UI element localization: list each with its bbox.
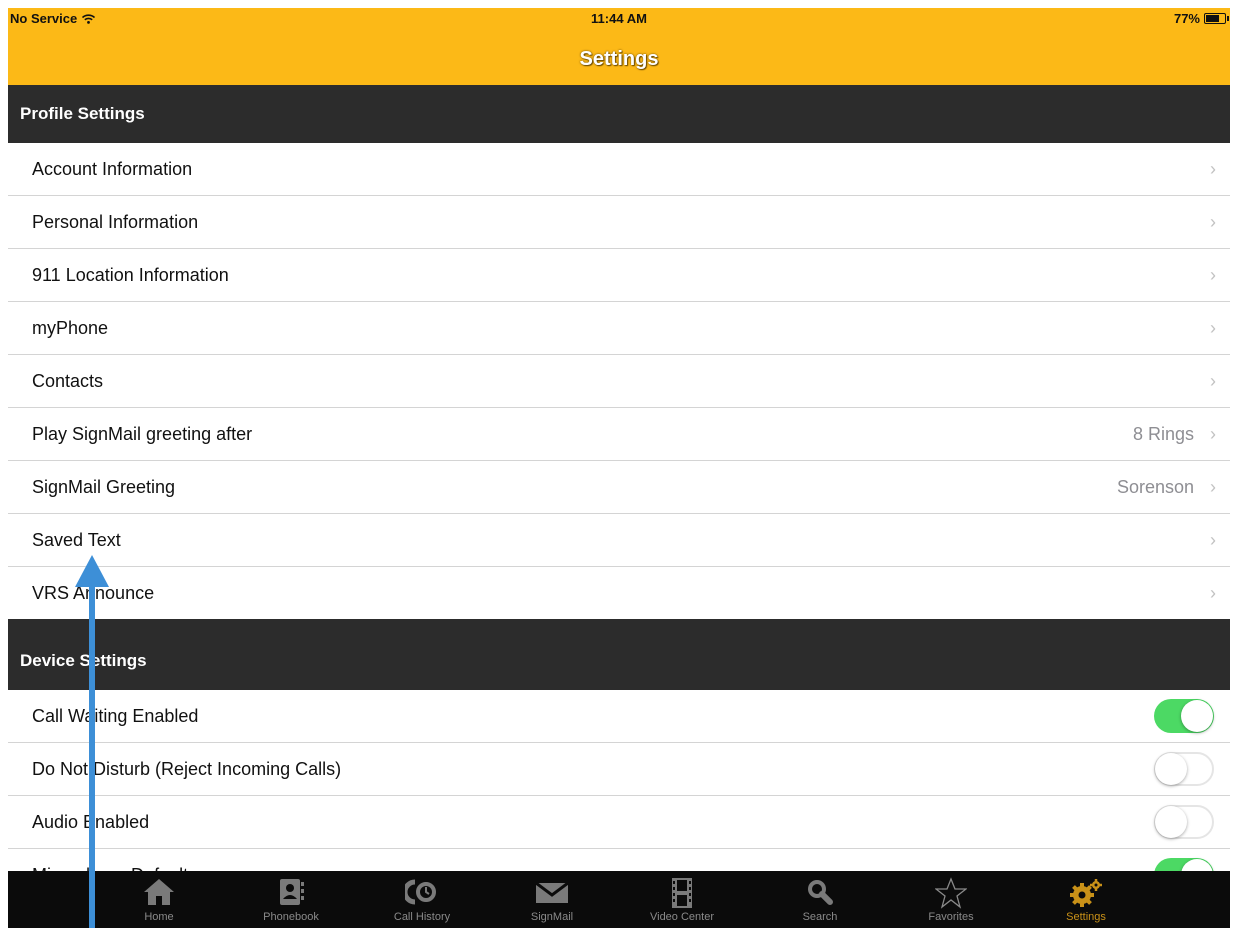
- do-not-disturb-row: Do Not Disturb (Reject Incoming Calls): [8, 743, 1230, 796]
- annotation-arrow-shaft: [89, 580, 95, 928]
- chevron-right-icon: ›: [1210, 370, 1216, 391]
- row-label: Account Information: [32, 158, 193, 179]
- chevron-right-icon: ›: [1210, 158, 1216, 179]
- status-bar: No Service 11:44 AM 77%: [8, 8, 1230, 30]
- chevron-right-icon: ›: [1210, 476, 1216, 497]
- tab-search[interactable]: Search: [760, 871, 880, 928]
- 911-location-information-row[interactable]: 911 Location Information ›: [8, 249, 1230, 302]
- account-information-row[interactable]: Account Information ›: [8, 143, 1230, 196]
- row-label: Do Not Disturb (Reject Incoming Calls): [32, 758, 342, 779]
- toggle-knob: [1181, 700, 1213, 732]
- tab-signmail[interactable]: SignMail: [492, 871, 612, 928]
- audio-enabled-row: Audio Enabled: [8, 796, 1230, 849]
- tab-phonebook[interactable]: Phonebook: [231, 871, 351, 928]
- call-history-icon: [405, 879, 436, 905]
- row-label: myPhone: [32, 317, 109, 338]
- phonebook-icon: [280, 879, 304, 905]
- tab-label: Video Center: [649, 911, 714, 923]
- ipad-screen: No Service 11:44 AM 77% Settings Profile…: [8, 8, 1230, 928]
- chevron-right-icon: ›: [1210, 423, 1216, 444]
- row-label: Call Waiting Enabled: [32, 705, 199, 726]
- tab-home[interactable]: Home: [99, 871, 219, 928]
- chevron-right-icon: ›: [1210, 264, 1216, 285]
- tab-settings[interactable]: Settings: [1026, 871, 1146, 928]
- row-label: Play SignMail greeting after: [32, 423, 253, 444]
- row-detail-value: 8 Rings: [1132, 423, 1194, 444]
- contacts-row[interactable]: Contacts ›: [8, 355, 1230, 408]
- home-icon: [144, 879, 174, 905]
- search-icon: [808, 880, 833, 905]
- saved-text-row[interactable]: Saved Text ›: [8, 514, 1230, 567]
- row-label: SignMail Greeting: [32, 476, 176, 497]
- row-label: Personal Information: [32, 211, 199, 232]
- envelope-icon: [535, 881, 569, 903]
- personal-information-row[interactable]: Personal Information ›: [8, 196, 1230, 249]
- tab-label: Home: [144, 911, 174, 923]
- chevron-right-icon: ›: [1210, 583, 1216, 603]
- play-signmail-greeting-after-row[interactable]: Play SignMail greeting after 8 Rings ›: [8, 408, 1230, 461]
- tab-label: Phonebook: [263, 911, 319, 923]
- tab-label: SignMail: [530, 911, 574, 923]
- row-label: Contacts: [32, 370, 104, 391]
- gear-icon: [1070, 879, 1102, 907]
- chevron-right-icon: ›: [1210, 529, 1216, 550]
- battery-icon: [1204, 13, 1229, 24]
- film-icon: [672, 878, 692, 908]
- tab-label: Search: [802, 911, 838, 923]
- tab-favorites[interactable]: Favorites: [891, 871, 1011, 928]
- call-waiting-toggle[interactable]: [1154, 699, 1214, 733]
- tab-label: Favorites: [928, 911, 974, 923]
- clock: 11:44 AM: [591, 11, 647, 26]
- tab-video-center[interactable]: Video Center: [622, 871, 742, 928]
- chevron-right-icon: ›: [1210, 211, 1216, 232]
- star-icon: [935, 877, 967, 909]
- tab-call-history[interactable]: Call History: [362, 871, 482, 928]
- toggle-knob: [1155, 806, 1187, 838]
- top-bar: No Service 11:44 AM 77% Settings: [8, 8, 1230, 85]
- battery-percent: 77%: [1173, 11, 1200, 26]
- vrs-announce-row[interactable]: VRS Announce ›: [8, 567, 1230, 620]
- tab-label: Call History: [393, 911, 451, 923]
- myphone-row[interactable]: myPhone ›: [8, 302, 1230, 355]
- profile-settings-header: Profile Settings: [8, 85, 1230, 143]
- tab-label: Settings: [1066, 911, 1106, 923]
- row-detail-value: Sorenson: [1116, 476, 1194, 497]
- signmail-greeting-row[interactable]: SignMail Greeting Sorenson ›: [8, 461, 1230, 514]
- do-not-disturb-toggle[interactable]: [1154, 752, 1214, 786]
- audio-enabled-toggle[interactable]: [1154, 805, 1214, 839]
- call-waiting-row: Call Waiting Enabled: [8, 690, 1230, 743]
- row-label: 911 Location Information: [32, 264, 229, 285]
- row-label: Saved Text: [32, 529, 121, 550]
- tab-bar: Home Phonebook Call History SignMail Vid…: [8, 871, 1230, 928]
- page-title: Settings: [579, 48, 659, 70]
- annotation-arrow-head: [75, 555, 109, 587]
- device-settings-header: Device Settings: [8, 619, 1230, 690]
- toggle-knob: [1155, 753, 1187, 785]
- chevron-right-icon: ›: [1210, 317, 1216, 338]
